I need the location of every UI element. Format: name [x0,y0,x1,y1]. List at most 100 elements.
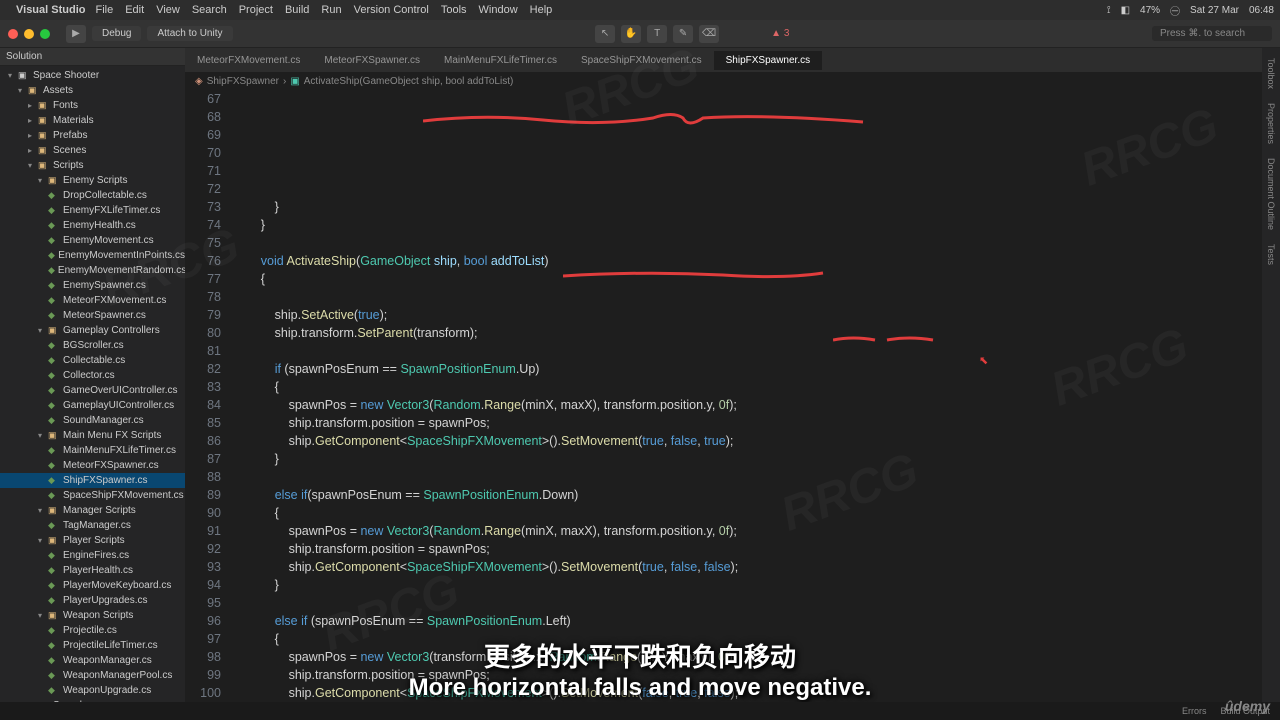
pointer-tool-icon[interactable]: ↖ [595,25,615,43]
properties-tab[interactable]: Properties [1264,97,1278,150]
menu-tools[interactable]: Tools [441,4,467,16]
tests-tab[interactable]: Tests [1264,238,1278,271]
tree-item[interactable]: ◆Collector.cs [0,368,185,383]
code-line[interactable]: } [233,576,1262,594]
menu-build[interactable]: Build [285,4,309,16]
tree-item[interactable]: ◆PlayerMoveKeyboard.cs [0,578,185,593]
menu-search[interactable]: Search [192,4,227,16]
maximize-icon[interactable] [40,29,50,39]
text-tool-icon[interactable]: T [647,25,667,43]
eraser-tool-icon[interactable]: ⌫ [699,25,719,43]
tree-item[interactable]: ◆EnemyHealth.cs [0,218,185,233]
tree-item[interactable]: ▸▣Fonts [0,98,185,113]
config-select[interactable]: Debug [92,26,141,41]
tree-item[interactable]: ◆DropCollectable.cs [0,188,185,203]
code-line[interactable]: } [233,198,1262,216]
input-icon[interactable]: ㊀ [1170,3,1180,18]
tree-item[interactable]: ◆ShipFXSpawner.cs [0,473,185,488]
code-line[interactable]: if (spawnPosEnum == SpawnPositionEnum.Up… [233,360,1262,378]
tree-item[interactable]: ▾▣Manager Scripts [0,503,185,518]
editor-tab[interactable]: MainMenuFXLifeTimer.cs [432,51,569,70]
document-outline-tab[interactable]: Document Outline [1264,152,1278,236]
tree-item[interactable]: ◆TagManager.cs [0,518,185,533]
tree-item[interactable]: ◆GameplayUIController.cs [0,398,185,413]
tree-item[interactable]: ◆EnemyMovementRandom.cs [0,263,185,278]
tree-item[interactable]: ◆EnemyMovement.cs [0,233,185,248]
code-line[interactable]: ship.SetActive(true); [233,306,1262,324]
code-line[interactable]: spawnPos = new Vector3(Random.Range(minX… [233,522,1262,540]
breadcrumb-file[interactable]: ShipFXSpawner [207,76,279,87]
code-line[interactable] [233,342,1262,360]
menu-version-control[interactable]: Version Control [354,4,429,16]
tree-item[interactable]: ◆PlayerHealth.cs [0,563,185,578]
tree-item[interactable]: ▾▣Gameplay Controllers [0,323,185,338]
editor-tab[interactable]: MeteorFXSpawner.cs [312,51,432,70]
code-line[interactable] [233,594,1262,612]
code-line[interactable]: { [233,378,1262,396]
tree-item[interactable]: ◆GameOverUIController.cs [0,383,185,398]
pen-tool-icon[interactable]: ✎ [673,25,693,43]
code-line[interactable]: } [233,450,1262,468]
breadcrumb[interactable]: ◈ ShipFXSpawner › ▣ ActivateShip(GameObj… [185,72,1262,90]
tree-item[interactable]: ◆MainMenuFXLifeTimer.cs [0,443,185,458]
code-line[interactable]: else if (spawnPosEnum == SpawnPositionEn… [233,612,1262,630]
hand-tool-icon[interactable]: ✋ [621,25,641,43]
target-select[interactable]: Attach to Unity [147,26,232,41]
tree-item[interactable]: ▾▣Enemy Scripts [0,173,185,188]
code-line[interactable]: ship.transform.position = spawnPos; [233,540,1262,558]
menu-run[interactable]: Run [321,4,341,16]
tree-item[interactable]: ◆PlayerUpgrades.cs [0,593,185,608]
tree-item[interactable]: ◆BGScroller.cs [0,338,185,353]
menu-project[interactable]: Project [239,4,273,16]
code-line[interactable] [233,468,1262,486]
tree-item[interactable]: ◆Projectile.cs [0,623,185,638]
tree-item[interactable]: ◆MeteorFXSpawner.cs [0,458,185,473]
tree-item[interactable]: ◆EnemyMovementInPoints.cs [0,248,185,263]
tree-item[interactable]: ◆MeteorFXMovement.cs [0,293,185,308]
tree-item[interactable]: ▾▣Player Scripts [0,533,185,548]
search-input[interactable]: Press ⌘. to search [1152,26,1272,41]
breadcrumb-method[interactable]: ActivateShip(GameObject ship, bool addTo… [304,76,514,87]
code-line[interactable]: ship.transform.position = spawnPos; [233,414,1262,432]
tree-item[interactable]: ▸▣Prefabs [0,128,185,143]
tree-item[interactable]: ◆EnemyFXLifeTimer.cs [0,203,185,218]
editor-tab[interactable]: SpaceShipFXMovement.cs [569,51,714,70]
tree-item[interactable]: ▾▣Main Menu FX Scripts [0,428,185,443]
code-line[interactable]: ship.GetComponent<SpaceShipFXMovement>()… [233,558,1262,576]
code-line[interactable]: void ActivateShip(GameObject ship, bool … [233,252,1262,270]
close-icon[interactable] [8,29,18,39]
menu-edit[interactable]: Edit [125,4,144,16]
editor-tab[interactable]: ShipFXSpawner.cs [714,51,823,70]
toolbox-tab[interactable]: Toolbox [1264,52,1278,95]
tree-item[interactable]: ▸▣Materials [0,113,185,128]
menu-help[interactable]: Help [530,4,553,16]
code-editor[interactable]: 6768697071727374757677787980818283848586… [185,90,1262,720]
tree-item[interactable]: ◆SpaceShipFXMovement.cs [0,488,185,503]
minimize-icon[interactable] [24,29,34,39]
tree-item[interactable]: ◆EnemySpawner.cs [0,278,185,293]
menu-window[interactable]: Window [479,4,518,16]
code-line[interactable] [233,288,1262,306]
tree-item[interactable]: ▾▣Assets [0,83,185,98]
menu-file[interactable]: File [95,4,113,16]
wifi-icon[interactable]: ⟟ [1107,5,1111,16]
menu-view[interactable]: View [156,4,180,16]
status-errors[interactable]: Errors [1182,706,1207,716]
code-line[interactable]: else if(spawnPosEnum == SpawnPositionEnu… [233,486,1262,504]
code-line[interactable]: } [233,216,1262,234]
tree-item[interactable]: ▾▣Scripts [0,158,185,173]
code-line[interactable] [233,234,1262,252]
code-line[interactable]: ship.transform.SetParent(transform); [233,324,1262,342]
run-button[interactable]: ▶ [66,25,86,43]
tree-item[interactable]: ◆EngineFires.cs [0,548,185,563]
tree-item[interactable]: ▾▣Weapon Scripts [0,608,185,623]
tree-item[interactable]: ◆SoundManager.cs [0,413,185,428]
tree-item[interactable]: ▸▣Scenes [0,143,185,158]
tree-root[interactable]: ▾▣Space Shooter [0,68,185,83]
battery-icon[interactable]: ◧ [1121,5,1130,16]
code-line[interactable]: { [233,270,1262,288]
code-line[interactable]: ship.GetComponent<SpaceShipFXMovement>()… [233,432,1262,450]
editor-tab[interactable]: MeteorFXMovement.cs [185,51,312,70]
error-indicator[interactable]: ▲ 3 [771,28,789,39]
code-line[interactable]: spawnPos = new Vector3(Random.Range(minX… [233,396,1262,414]
